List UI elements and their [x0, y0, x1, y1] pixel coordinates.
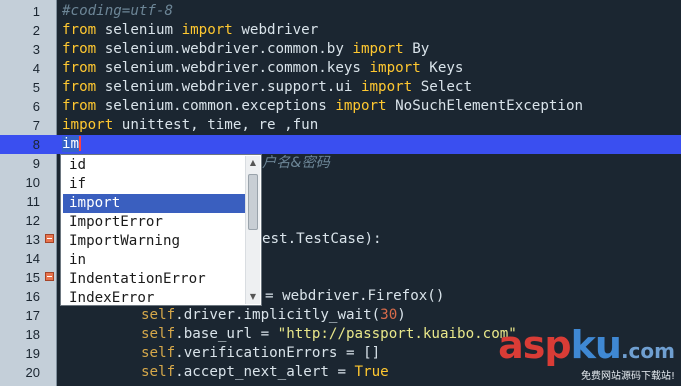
code-editor[interactable]: 1 #coding=utf-8 2 from selenium import w… [0, 0, 681, 386]
code-text: = webdriver.Firefox() [265, 288, 445, 304]
scrollbar-thumb[interactable] [248, 174, 258, 230]
autocomplete-item[interactable]: if [63, 175, 245, 194]
line-number: 3 [32, 42, 40, 57]
line-number: 6 [32, 99, 40, 114]
code-text: from selenium.webdriver.common.keys impo… [62, 60, 464, 76]
code-text: from selenium.common.exceptions import N… [62, 98, 584, 114]
line-number: 9 [32, 156, 40, 171]
line-number: 16 [25, 289, 40, 304]
line-number: 1 [32, 4, 40, 19]
autocomplete-scrollbar[interactable]: ▲ ▼ [245, 156, 260, 304]
autocomplete-item[interactable]: IndexError [63, 289, 245, 304]
code-line[interactable]: 7 import unittest, time, re ,fun [0, 116, 681, 135]
line-number: 8 [32, 137, 40, 152]
autocomplete-item[interactable]: ImportError [63, 213, 245, 232]
current-line[interactable]: 8 im [0, 135, 681, 154]
line-number: 7 [32, 118, 40, 133]
line-number: 12 [25, 213, 40, 228]
autocomplete-item[interactable]: ImportWarning [63, 232, 245, 251]
line-number: 17 [25, 308, 40, 323]
line-number: 10 [25, 175, 40, 190]
line-number: 18 [25, 327, 40, 342]
code-line[interactable]: 3 from selenium.webdriver.common.by impo… [0, 40, 681, 59]
code-text: from selenium.webdriver.support.ui impor… [62, 79, 473, 95]
autocomplete-item[interactable]: id [63, 156, 245, 175]
line-number: 15 [25, 270, 40, 285]
text-caret [79, 136, 82, 151]
watermark: aspku.com 免费网站源码下载站! [498, 326, 675, 382]
code-text: self.accept_next_alert = True [141, 364, 389, 380]
code-text: self.driver.implicitly_wait(30) [141, 307, 406, 323]
code-text: from selenium.webdriver.common.by import… [62, 41, 430, 57]
code-line[interactable]: 2 from selenium import webdriver [0, 21, 681, 40]
code-text: est.TestCase): [262, 231, 382, 247]
line-number: 5 [32, 80, 40, 95]
code-line[interactable]: 4 from selenium.webdriver.common.keys im… [0, 59, 681, 78]
line-number: 4 [32, 61, 40, 76]
code-line[interactable]: 5 from selenium.webdriver.support.ui imp… [0, 78, 681, 97]
line-number: 2 [32, 23, 40, 38]
code-text: 户名&密码 [262, 155, 330, 171]
autocomplete-item[interactable]: in [63, 251, 245, 270]
code-text: im [62, 136, 82, 152]
line-number: 20 [25, 365, 40, 380]
scroll-up-arrow-icon[interactable]: ▲ [248, 158, 258, 168]
fold-toggle-icon[interactable] [45, 234, 54, 243]
code-line[interactable]: 1 #coding=utf-8 [0, 2, 681, 21]
line-number: 13 [25, 232, 40, 247]
autocomplete-popup[interactable]: id if import ImportError ImportWarning i… [60, 154, 262, 306]
fold-toggle-icon[interactable] [45, 272, 54, 281]
code-text: from selenium import webdriver [62, 22, 319, 38]
line-number: 11 [26, 194, 41, 209]
autocomplete-item-selected[interactable]: import [63, 194, 245, 213]
scroll-down-arrow-icon[interactable]: ▼ [248, 292, 258, 302]
code-text: #coding=utf-8 [62, 3, 174, 19]
code-text: import unittest, time, re ,fun [62, 117, 319, 133]
line-number: 14 [25, 251, 40, 266]
autocomplete-item[interactable]: IndentationError [63, 270, 245, 289]
code-text: self.verificationErrors = [] [141, 345, 381, 361]
watermark-logo: aspku.com [498, 323, 675, 367]
code-line[interactable]: 6 from selenium.common.exceptions import… [0, 97, 681, 116]
code-text: self.base_url = "http://passport.kuaibo.… [141, 326, 517, 342]
line-number: 19 [25, 346, 40, 361]
